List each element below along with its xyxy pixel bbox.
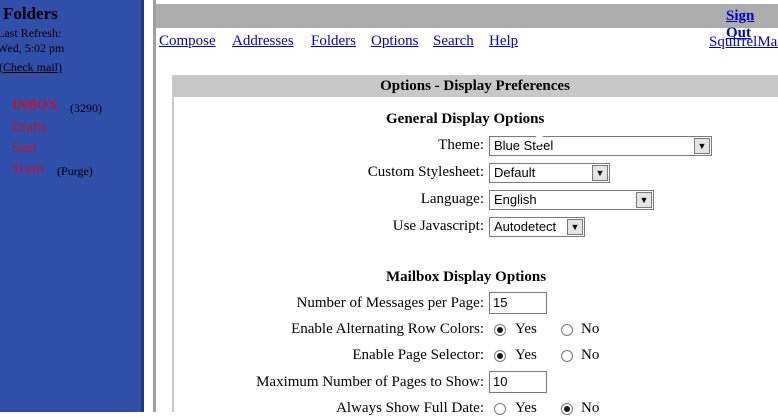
full-date-no-radio[interactable] [561, 403, 573, 415]
stylesheet-label: Custom Stylesheet: [367, 164, 484, 180]
last-refresh-label: Last Refresh: [0, 26, 62, 40]
brand-link[interactable]: SquirrelMail [709, 34, 778, 51]
page-selector-label: Enable Page Selector: [352, 347, 484, 363]
check-mail-link[interactable]: (Check mail) [0, 60, 62, 75]
folder-pane: Folders Last Refresh: Wed, 5:02 pm (Chec… [0, 0, 141, 412]
messages-per-page-input[interactable]: 15 [489, 292, 547, 314]
stylesheet-value: Default [494, 165, 536, 180]
folder-drafts[interactable]: Drafts [12, 120, 47, 136]
nav-search[interactable]: Search [433, 33, 474, 50]
stylesheet-select[interactable]: Default ▼ [489, 163, 610, 183]
folders-title: Folders [3, 4, 58, 23]
full-date-label: Always Show Full Date: [336, 400, 484, 416]
frame-gap [144, 0, 153, 412]
last-refresh: Last Refresh: Wed, 5:02 pm [0, 26, 64, 56]
full-date-yes-label: Yes [515, 400, 537, 416]
folder-trash[interactable]: Trash [12, 162, 43, 178]
chevron-down-icon[interactable]: ▼ [694, 138, 710, 154]
chevron-down-icon[interactable]: ▼ [567, 219, 583, 235]
language-label: Language: [420, 191, 484, 207]
javascript-select[interactable]: Autodetect ▼ [489, 217, 585, 237]
theme-select[interactable]: Blue Steel ▼ [489, 136, 712, 156]
full-date-no-label: No [581, 400, 600, 416]
folder-sent[interactable]: Sent [12, 141, 37, 157]
mailbox-heading: Mailbox Display Options [386, 269, 547, 285]
folder-inbox[interactable]: INBOX [12, 98, 58, 114]
chevron-down-icon[interactable]: ▼ [636, 192, 652, 208]
language-value: English [494, 192, 537, 207]
alt-rows-yes-radio[interactable] [494, 324, 506, 336]
alt-row-colors-label: Enable Alternating Row Colors: [291, 321, 484, 337]
javascript-value: Autodetect [494, 219, 557, 234]
alt-rows-yes-label: Yes [515, 321, 537, 337]
top-bar [156, 4, 778, 28]
nav-compose[interactable]: Compose [159, 33, 216, 50]
max-pages-label: Maximum Number of Pages to Show: [256, 374, 484, 390]
inbox-count: (3290) [70, 101, 102, 115]
page-selector-no-radio[interactable] [561, 350, 573, 362]
nav-addresses[interactable]: Addresses [232, 33, 294, 50]
messages-per-page-label: Number of Messages per Page: [296, 295, 484, 311]
panel-title: Options - Display Preferences [172, 75, 778, 97]
alt-rows-no-label: No [581, 321, 600, 337]
javascript-label: Use Javascript: [392, 218, 484, 234]
language-select[interactable]: English ▼ [489, 190, 654, 210]
nav-folders[interactable]: Folders [311, 33, 356, 50]
theme-label: Theme: [438, 137, 484, 153]
nav-options[interactable]: Options [371, 33, 419, 50]
purge-link[interactable]: (Purge) [57, 164, 93, 179]
max-pages-input[interactable]: 10 [489, 371, 547, 393]
panel-border [172, 97, 174, 412]
alt-rows-no-radio[interactable] [561, 324, 573, 336]
general-heading: General Display Options [386, 111, 545, 127]
full-date-yes-radio[interactable] [494, 403, 506, 415]
chevron-down-icon[interactable]: ▼ [592, 165, 608, 181]
page-selector-yes-radio[interactable] [494, 350, 506, 362]
frame-border [153, 0, 156, 412]
page-selector-yes-label: Yes [515, 347, 537, 363]
page-selector-no-label: No [581, 347, 600, 363]
last-refresh-time: Wed, 5:02 pm [0, 41, 65, 55]
nav-help[interactable]: Help [489, 33, 518, 50]
